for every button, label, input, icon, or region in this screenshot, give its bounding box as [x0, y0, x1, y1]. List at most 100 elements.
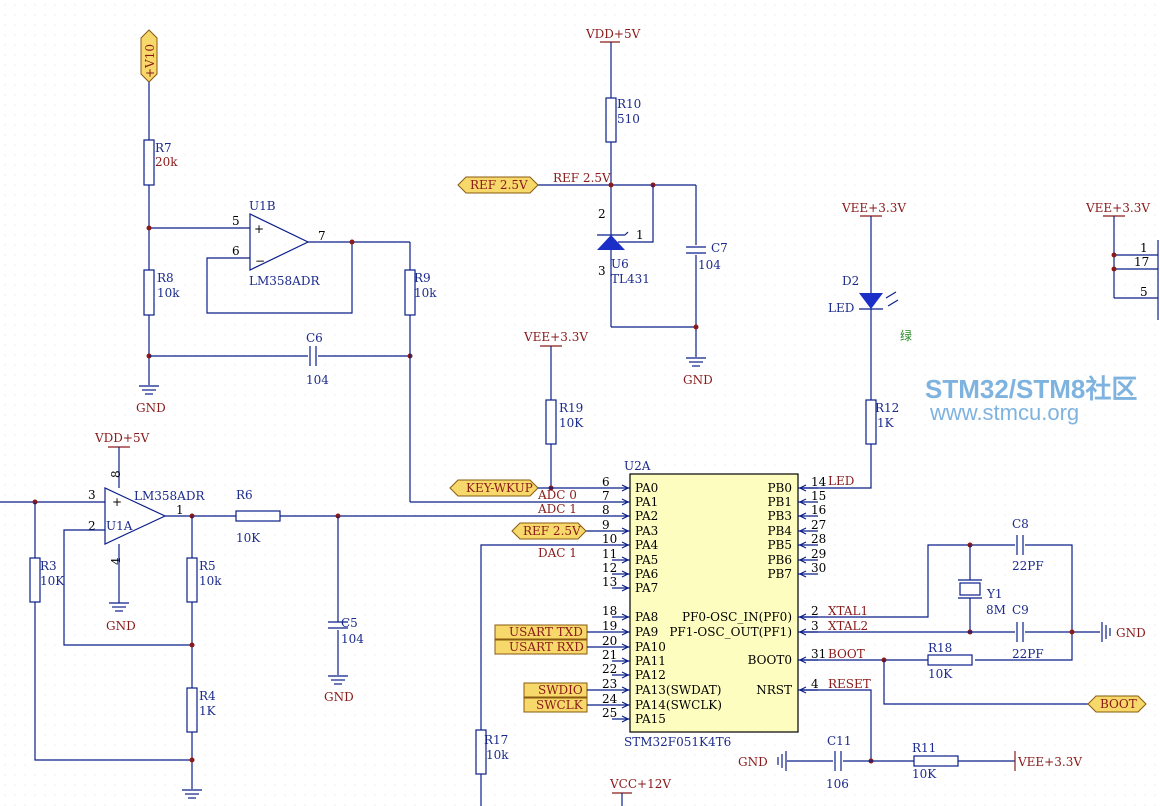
svg-text:4: 4 [109, 557, 123, 565]
r7-value: 20k [155, 155, 178, 169]
vee-bottom-label: VEE+3.3V [1017, 755, 1082, 769]
r3-ref: R3 [40, 559, 57, 573]
mcu-pin-name: PA14(SWCLK) [635, 698, 722, 712]
c8-ref: C8 [1012, 517, 1029, 531]
u1a-part: LM358ADR [134, 489, 205, 503]
r10-ref: R10 [617, 97, 641, 111]
mcu-pin-name: NRST [756, 683, 792, 697]
r19-ref: R19 [559, 401, 583, 415]
gnd-label-2: GND [683, 373, 713, 387]
adc1-label: ADC 1 [537, 502, 577, 516]
mcu-pin-name: PF0-OSC_IN(PF0) [682, 610, 792, 624]
mcu-pin-name: BOOT0 [748, 653, 792, 667]
r8-ref: R8 [157, 271, 174, 285]
gnd-label-3: GND [106, 619, 136, 633]
svg-text:−: − [255, 254, 265, 268]
r12-ref: R12 [875, 401, 899, 415]
svg-text:3: 3 [88, 488, 96, 502]
u2a-ref: U2A [624, 459, 651, 473]
vee-r19-label: VEE+3.3V [523, 330, 588, 344]
mcu-pin-number: 19 [602, 619, 617, 633]
mcu-pin-number: 30 [811, 561, 826, 575]
svg-text:+: + [112, 495, 122, 509]
mcu-pin-name: PA10 [635, 640, 666, 654]
mcu-pin-number: 16 [811, 503, 826, 517]
mcu-pin-name: PA2 [635, 509, 658, 523]
c7-ref: C7 [711, 241, 728, 255]
mcu-pin-name: PA7 [635, 581, 658, 595]
mcu-pin-name: PB7 [767, 567, 792, 581]
r9-value: 10k [414, 286, 437, 300]
svg-text:1: 1 [1140, 241, 1148, 255]
keywkup-port-label: KEY-WKUP [466, 481, 533, 495]
r12-value: 1K [877, 416, 895, 430]
mcu-pin-number: 8 [602, 503, 610, 517]
swclk-label: SWCLK [536, 698, 584, 712]
svg-text:5: 5 [1140, 285, 1148, 299]
c7-value: 104 [698, 258, 721, 272]
mcu-pin-name: PA6 [635, 567, 658, 581]
d2-part: LED [828, 301, 854, 315]
usart-tx-label: USART TXD [509, 625, 583, 639]
mcu-pin-number: 21 [602, 648, 617, 662]
mcu-pin-number: 7 [602, 489, 610, 503]
r11-value: 10K [912, 767, 937, 781]
u1a-ref: U1A [106, 519, 133, 533]
c6-value: 104 [306, 373, 329, 387]
mcu-pin-name: PB1 [767, 495, 792, 509]
vdd-left-label: VDD+5V [94, 431, 150, 445]
r7-ref: R7 [155, 141, 172, 155]
svg-text:17: 17 [1134, 255, 1149, 269]
mcu-pin-name: PA0 [635, 481, 658, 495]
mcu-pin-name: PA12 [635, 668, 666, 682]
u2a-part: STM32F051K4T6 [624, 735, 731, 749]
mcu-pin-name: PA15 [635, 712, 666, 726]
c8-value: 22PF [1012, 559, 1044, 573]
c11-value: 106 [826, 777, 849, 791]
mcu-pin-number: 23 [602, 677, 617, 691]
u1b-part: LM358ADR [249, 274, 320, 288]
r18-ref: R18 [928, 641, 952, 655]
r17-ref: R17 [484, 733, 508, 747]
vdd-top-label: VDD+5V [585, 27, 641, 41]
mcu-pin-number: 10 [602, 532, 617, 546]
mcu-pin-number: 9 [602, 518, 610, 532]
schematic-canvas: STM32/STM8社区 www.stmcu.org +V10 R7 20k R… [0, 0, 1160, 806]
mcu-pin-name: PA1 [635, 495, 658, 509]
r3-value: 10K [40, 574, 65, 588]
mcu-pin-name: PB3 [767, 509, 792, 523]
svg-text:2: 2 [88, 519, 96, 533]
mcu-pin-number: 25 [602, 706, 617, 720]
dac1-label: DAC 1 [538, 546, 577, 560]
svg-text:1: 1 [176, 503, 184, 517]
mcu-pin-name: PA5 [635, 553, 658, 567]
r11-ref: R11 [912, 741, 936, 755]
r18-value: 10K [928, 667, 953, 681]
mcu-pin-name: PA13(SWDAT) [635, 683, 721, 697]
r6-value: 10K [236, 531, 261, 545]
mcu-pin-number: 4 [811, 677, 819, 691]
mcu-pin-name: PA11 [635, 654, 666, 668]
c11-ref: C11 [827, 734, 851, 748]
mcu-pin-name: PA3 [635, 524, 658, 538]
u1b-ref: U1B [249, 199, 276, 213]
gnd-label-4: GND [324, 690, 354, 704]
c9-ref: C9 [1012, 603, 1029, 617]
svg-text:3: 3 [598, 264, 606, 278]
r6-ref: R6 [236, 488, 253, 502]
watermark-url: www.stmcu.org [929, 400, 1079, 425]
mcu-pin-number: 24 [602, 692, 618, 706]
mcu-pin-number: 20 [602, 634, 617, 648]
mcu-pin-number: 14 [811, 475, 827, 489]
gnd-label-5: GND [1116, 626, 1146, 640]
mcu-pin-number: 28 [811, 532, 826, 546]
mcu-pin-number: 15 [811, 489, 826, 503]
svg-text:5: 5 [232, 214, 240, 228]
d2-color-note: 绿 [900, 328, 912, 343]
xtal2-label: XTAL2 [828, 619, 868, 633]
reset-net-label: RESET [828, 677, 871, 691]
mcu-pin-number: 27 [811, 518, 826, 532]
svg-text:8: 8 [109, 470, 123, 478]
mcu-pin-name: PB5 [767, 538, 792, 552]
c9-value: 22PF [1012, 647, 1044, 661]
